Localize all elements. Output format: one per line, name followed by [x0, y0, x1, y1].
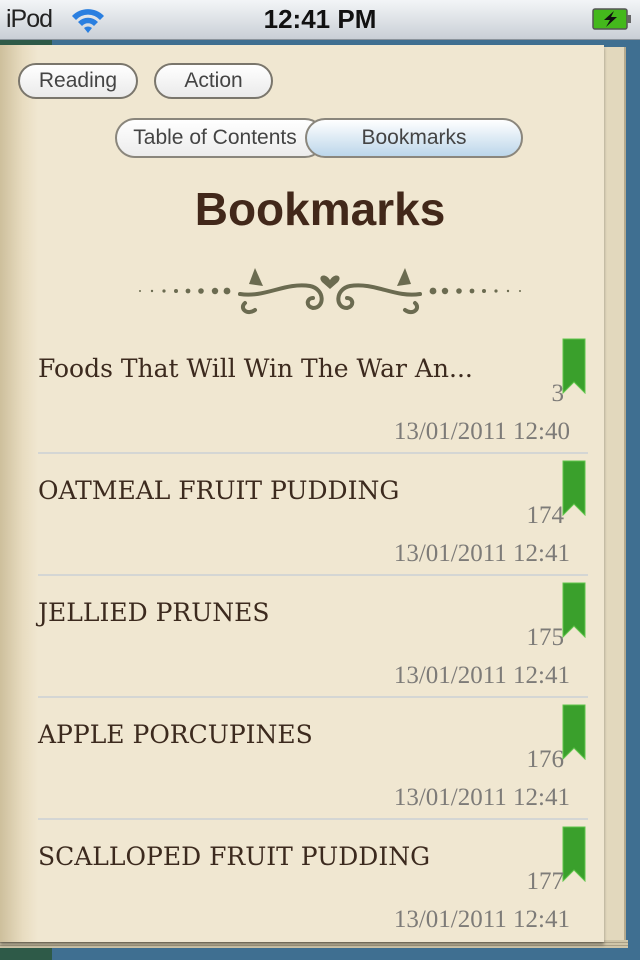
- page-title: Bookmarks: [194, 183, 446, 235]
- bookmark-title: SCALLOPED FRUIT PUDDING: [38, 842, 431, 871]
- bookmark-row[interactable]: OATMEAL FRUIT PUDDING 174 13/01/2011 12:…: [38, 454, 588, 576]
- bookmark-date: 13/01/2011 12:41: [393, 784, 570, 811]
- action-button[interactable]: Action: [154, 63, 273, 99]
- bookmark-date: 13/01/2011 12:41: [393, 540, 570, 567]
- reading-button[interactable]: Reading: [18, 63, 138, 99]
- view-segmented-control: Table of Contents Bookmarks: [115, 118, 523, 158]
- bookmark-title: Foods That Will Win The War An...: [38, 354, 473, 383]
- bookmark-row[interactable]: APPLE PORCUPINES 176 13/01/2011 12:41: [38, 698, 588, 820]
- tab-table-of-contents[interactable]: Table of Contents: [115, 118, 325, 158]
- bookmark-ribbon-icon: [562, 826, 586, 882]
- tab-bookmarks[interactable]: Bookmarks: [305, 118, 523, 158]
- bookmark-title: JELLIED PRUNES: [38, 598, 270, 627]
- bookmark-date: 13/01/2011 12:40: [393, 418, 570, 445]
- bookmark-title: OATMEAL FRUIT PUDDING: [38, 476, 400, 505]
- bookmark-row[interactable]: JELLIED PRUNES 175 13/01/2011 12:41: [38, 576, 588, 698]
- bookmark-page-number: 176: [526, 746, 565, 773]
- bookmark-ribbon-icon: [562, 460, 586, 516]
- bookmark-page-number: 3: [551, 380, 565, 407]
- bookmark-row[interactable]: Foods That Will Win The War An... 3 13/0…: [38, 332, 588, 454]
- clock: 12:41 PM: [263, 4, 377, 34]
- bookmark-page-number: 174: [526, 502, 565, 529]
- bookmark-ribbon-icon: [562, 704, 586, 760]
- bookmark-page-number: 177: [526, 868, 565, 895]
- bookmark-row[interactable]: SCALLOPED FRUIT PUDDING 177 13/01/2011 1…: [38, 820, 588, 940]
- bookmark-date: 13/01/2011 12:41: [393, 662, 570, 689]
- bookmark-title: APPLE PORCUPINES: [38, 720, 313, 749]
- bookmark-ribbon-icon: [562, 338, 586, 394]
- bookmark-page-number: 175: [526, 624, 565, 651]
- battery-charging-icon: [592, 8, 631, 30]
- bookmark-ribbon-icon: [562, 582, 586, 638]
- flourish-divider-icon: [139, 268, 521, 315]
- bookmark-date: 13/01/2011 12:41: [393, 906, 570, 933]
- status-bar: iPod 12:41 PM: [0, 0, 640, 40]
- bookmark-list: Foods That Will Win The War An... 3 13/0…: [38, 332, 588, 940]
